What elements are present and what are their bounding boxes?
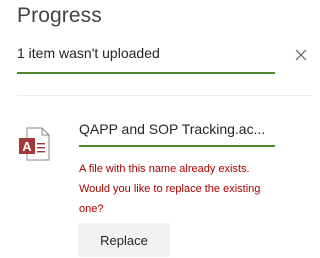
file-progress-bar — [79, 145, 275, 147]
svg-text:A: A — [22, 139, 32, 154]
close-icon[interactable] — [294, 48, 308, 62]
access-file-icon: A — [19, 127, 50, 161]
file-name: QAPP and SOP Tracking.ac... — [79, 121, 266, 137]
divider — [17, 95, 312, 96]
error-message: A file with this name already exists. Wo… — [79, 163, 261, 215]
upload-summary: 1 item wasn't uploaded — [17, 45, 160, 61]
summary-progress-bar — [17, 72, 275, 74]
replace-button[interactable]: Replace — [78, 223, 170, 257]
panel-title: Progress — [17, 4, 102, 27]
